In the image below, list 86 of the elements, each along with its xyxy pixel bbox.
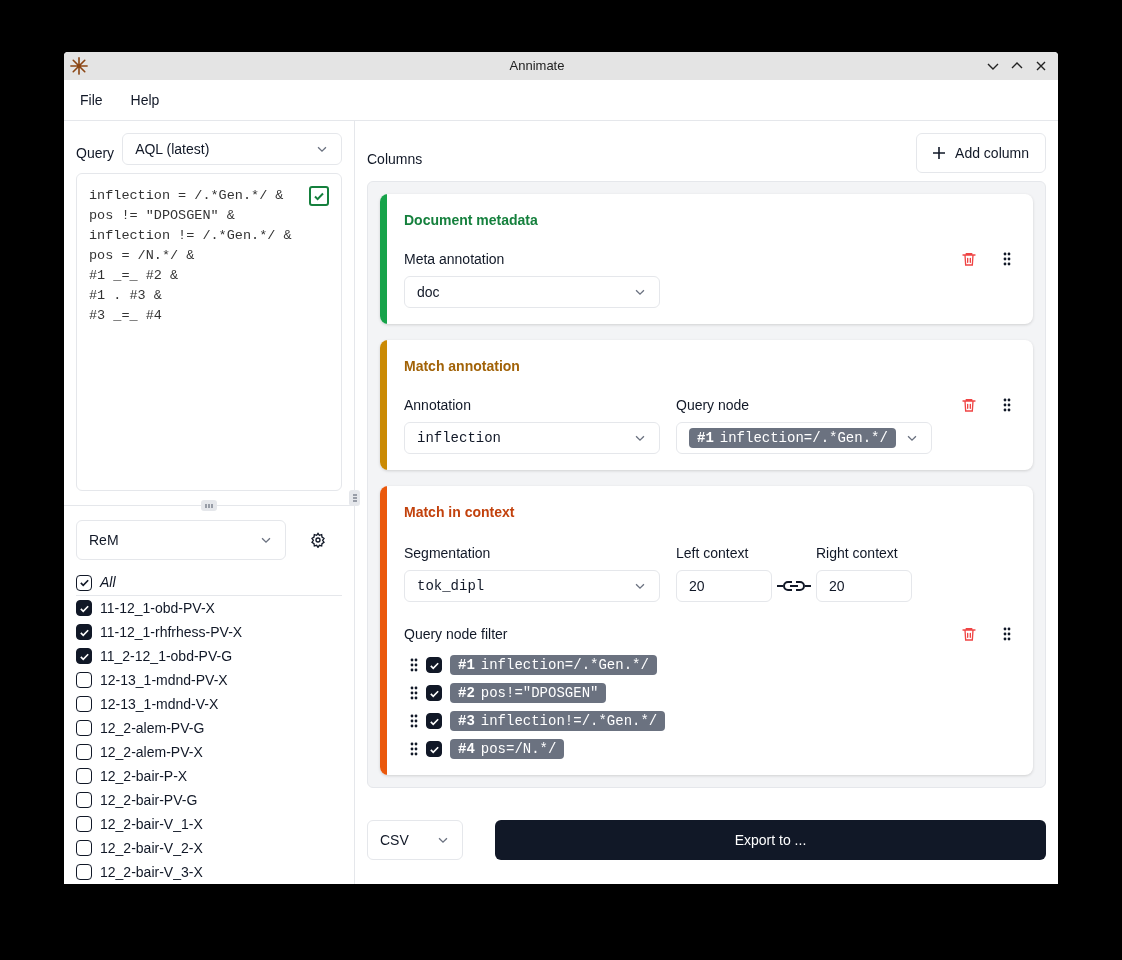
checkbox[interactable] [76, 840, 92, 856]
checkbox[interactable] [76, 816, 92, 832]
column-title: Document metadata [404, 211, 539, 230]
query-node-select[interactable]: #1 inflection=/.*Gen.*/ [676, 422, 932, 454]
menu-item[interactable]: File [80, 89, 103, 111]
annotation-select[interactable]: inflection [404, 422, 660, 454]
checkbox[interactable] [76, 672, 92, 688]
star-logo-icon [70, 57, 88, 75]
query-label: Query [76, 143, 115, 163]
checkbox[interactable] [426, 685, 442, 701]
checkbox[interactable] [76, 624, 92, 640]
export-button[interactable]: Export to ... [495, 820, 1046, 860]
checkbox[interactable] [76, 720, 92, 736]
corpus-label[interactable]: 12_2-bair-PV-G [100, 789, 198, 811]
field-label: Right context [816, 544, 899, 563]
query-language-select[interactable]: AQL (latest) [122, 133, 342, 165]
menu-item[interactable]: Help [130, 89, 160, 111]
checkbox[interactable] [76, 744, 92, 760]
corpus-label[interactable]: 12_2-alem-PV-G [100, 717, 205, 739]
number-field[interactable]: 20 [816, 570, 912, 602]
number-field[interactable]: 20 [676, 570, 772, 602]
field-label: Query node [676, 396, 751, 415]
field-label: Segmentation [404, 544, 492, 563]
corpus-label[interactable]: 11-12_1-obd-PV-X [100, 597, 215, 619]
link-icon[interactable] [776, 580, 812, 592]
node-expression: pos!="DPOSGEN" [480, 683, 599, 703]
column-title: Match in context [404, 503, 516, 522]
drag-handle-icon[interactable] [410, 714, 418, 728]
trash-icon[interactable] [961, 397, 977, 413]
node-expression: inflection=/.*Gen.*/ [480, 655, 649, 675]
field-label: Annotation [404, 396, 472, 415]
checkbox[interactable] [426, 657, 442, 673]
annotation-select[interactable]: tok_dipl [404, 570, 660, 602]
checkbox[interactable] [76, 792, 92, 808]
corpus-label[interactable]: 12-13_1-mdnd-PV-X [100, 669, 228, 691]
node-id: #1 [458, 655, 475, 675]
corpus-label[interactable]: 12-13_1-mdnd-V-X [100, 693, 219, 715]
checkbox[interactable] [76, 574, 92, 591]
check-icon [78, 577, 90, 588]
checkbox[interactable] [76, 696, 92, 712]
checkbox[interactable] [426, 713, 442, 729]
annotation-select[interactable]: doc [404, 276, 660, 308]
corpus-label[interactable]: 11-12_1-rhfrhess-PV-X [100, 621, 243, 643]
checkbox[interactable] [76, 768, 92, 784]
format-select[interactable]: CSV [367, 820, 463, 860]
add-column-button[interactable]: Add column [916, 133, 1046, 173]
corpus-label[interactable]: 12_2-bair-P-X [100, 765, 188, 787]
corpus-set-select[interactable]: ReM [76, 520, 286, 560]
settings-icon[interactable] [310, 532, 326, 548]
query-editor[interactable]: inflection = /.*Gen.*/ & pos != "DPOSGEN" & inflection != /.*Gen.*/ & pos = /N.*/ & #1 _=_ #2 & #1 . #3 & #3 _=_ #4 [76, 173, 342, 491]
field-label: Query node filter [404, 625, 509, 644]
node-expression: pos=/N.*/ [480, 739, 557, 759]
node-expression: inflection=/.*Gen.*/ [719, 428, 888, 448]
checkbox[interactable] [76, 600, 92, 616]
node-id: #1 [697, 428, 714, 448]
close-icon[interactable] [1034, 59, 1048, 73]
node-expression: inflection!=/.*Gen.*/ [480, 711, 658, 731]
drag-handle-icon[interactable] [410, 742, 418, 756]
corpus-label[interactable]: 11_2-12_1-obd-PV-G [100, 645, 233, 667]
field-label: Meta annotation [404, 250, 506, 269]
corpus-label[interactable]: 12_2-bair-V_1-X [100, 813, 203, 835]
trash-icon[interactable] [961, 626, 977, 642]
drag-handle-icon[interactable] [1003, 398, 1011, 412]
resize-handle-icon[interactable] [349, 490, 360, 506]
corpus-label[interactable]: 12_2-alem-PV-X [100, 741, 203, 763]
plus-icon [933, 147, 946, 159]
window-title: Annimate [509, 57, 565, 76]
checkbox[interactable] [76, 648, 92, 664]
field-label: Left context [676, 544, 750, 563]
node-id: #2 [458, 683, 475, 703]
drag-handle-icon[interactable] [1003, 627, 1011, 641]
corpus-label[interactable]: 12_2-bair-V_2-X [100, 837, 203, 859]
corpus-label[interactable]: 12_2-bair-V_3-X [100, 861, 203, 883]
node-id: #4 [458, 739, 475, 759]
resize-handle-icon[interactable] [201, 500, 217, 511]
query-text: inflection = /.*Gen.*/ & pos != "DPOSGEN" & inflection != /.*Gen.*/ & pos = /N.*/ & #1 _=_ #2 & #1 . #3 & #3 _=_ #4 [89, 187, 292, 325]
checkbox[interactable] [76, 864, 92, 880]
drag-handle-icon[interactable] [1003, 252, 1011, 266]
all-label: All [100, 573, 116, 592]
drag-handle-icon[interactable] [410, 686, 418, 700]
node-id: #3 [458, 711, 475, 731]
trash-icon[interactable] [961, 251, 977, 267]
columns-label: Columns [367, 149, 423, 169]
column-title: Match annotation [404, 357, 521, 376]
drag-handle-icon[interactable] [410, 658, 418, 672]
checkbox[interactable] [426, 741, 442, 757]
